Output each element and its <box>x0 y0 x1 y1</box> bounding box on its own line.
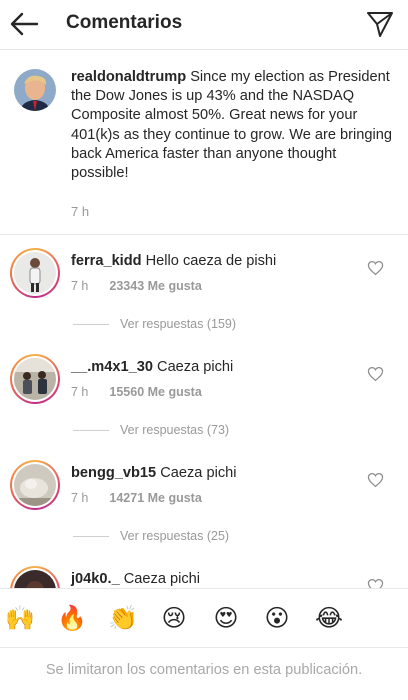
comment-timestamp: 7 h <box>71 491 89 505</box>
comment-meta: 7 h 14271 Me gusta <box>71 491 202 505</box>
comment-text: __.m4x1_30 Caeza pichi <box>71 359 233 375</box>
heart-eyes-emoji[interactable]: 😍 <box>212 605 240 633</box>
comment-item: ferra_kidd Hello caeza de pishi 7 h 2334… <box>0 235 408 340</box>
heart-icon[interactable] <box>367 366 384 382</box>
avatar[interactable] <box>10 248 60 298</box>
comment-body: Caeza pichi <box>123 571 201 587</box>
comment-username[interactable]: ferra_kidd <box>71 253 142 269</box>
likes-count[interactable]: 23343 Me gusta <box>109 279 201 293</box>
arrow-left-icon[interactable] <box>9 10 39 38</box>
comment-timestamp: 7 h <box>71 279 89 293</box>
likes-count[interactable]: 14271 Me gusta <box>109 491 201 505</box>
tears-of-joy-emoji[interactable]: 😂 <box>315 605 343 633</box>
view-replies-button[interactable]: Ver respuestas (159) <box>73 317 236 331</box>
heart-icon[interactable] <box>367 578 384 588</box>
comment-body: Caeza pichi <box>160 465 237 481</box>
top-bar: Comentarios <box>0 0 408 50</box>
post-caption: realdonaldtrump Since my election as Pre… <box>0 50 408 235</box>
comment-item: j04k0._ Caeza pichi <box>0 553 408 588</box>
comment-username[interactable]: bengg_vb15 <box>71 465 156 481</box>
replies-divider <box>73 429 109 431</box>
surprised-face-emoji[interactable]: 😮 <box>263 605 291 633</box>
heart-icon[interactable] <box>367 472 384 488</box>
comment-body: Hello caeza de pishi <box>145 253 277 269</box>
replies-divider <box>73 535 109 537</box>
comments-limited-notice: Se limitaron los comentarios en esta pub… <box>45 662 363 678</box>
likes-count[interactable]: 15560 Me gusta <box>109 385 201 399</box>
comment-username[interactable]: __.m4x1_30 <box>71 359 153 375</box>
caption-timestamp: 7 h <box>71 204 90 219</box>
comment-item: __.m4x1_30 Caeza pichi 7 h 15560 Me gust… <box>0 341 408 446</box>
view-replies-label: Ver respuestas (25) <box>120 529 230 543</box>
heart-icon[interactable] <box>367 260 384 276</box>
avatar[interactable] <box>10 354 60 404</box>
comment-meta: 7 h 23343 Me gusta <box>71 279 202 293</box>
comment-text: ferra_kidd Hello caeza de pishi <box>71 253 276 269</box>
avatar[interactable] <box>14 69 56 111</box>
avatar[interactable] <box>10 566 60 588</box>
emoji-bar: 🙌 🔥 👏 😢 😍 😮 😂 <box>0 588 408 648</box>
comment-item: bengg_vb15 Caeza pichi 7 h 14271 Me gust… <box>0 447 408 552</box>
paper-plane-icon[interactable] <box>366 10 394 38</box>
clapping-hands-emoji[interactable]: 👏 <box>108 605 138 633</box>
replies-divider <box>73 323 109 325</box>
view-replies-label: Ver respuestas (159) <box>120 317 237 331</box>
comment-text: bengg_vb15 Caeza pichi <box>71 465 236 481</box>
caption-username[interactable]: realdonaldtrump <box>71 69 186 85</box>
crying-face-emoji[interactable]: 😢 <box>160 605 188 633</box>
fire-emoji[interactable]: 🔥 <box>57 605 87 633</box>
caption-body: Since my election as President the Dow J… <box>71 69 392 182</box>
view-replies-label: Ver respuestas (73) <box>120 423 230 437</box>
raising-hands-emoji[interactable]: 🙌 <box>5 605 35 633</box>
comment-text: j04k0._ Caeza pichi <box>71 571 200 587</box>
comment-meta: 7 h 15560 Me gusta <box>71 385 202 399</box>
caption-text: realdonaldtrump Since my election as Pre… <box>71 68 393 183</box>
view-replies-button[interactable]: Ver respuestas (25) <box>73 529 229 543</box>
comment-timestamp: 7 h <box>71 385 89 399</box>
view-replies-button[interactable]: Ver respuestas (73) <box>73 423 229 437</box>
avatar[interactable] <box>10 460 60 510</box>
comment-username[interactable]: j04k0._ <box>71 571 120 587</box>
page-title: Comentarios <box>66 12 183 33</box>
comment-body: Caeza pichi <box>157 359 234 375</box>
